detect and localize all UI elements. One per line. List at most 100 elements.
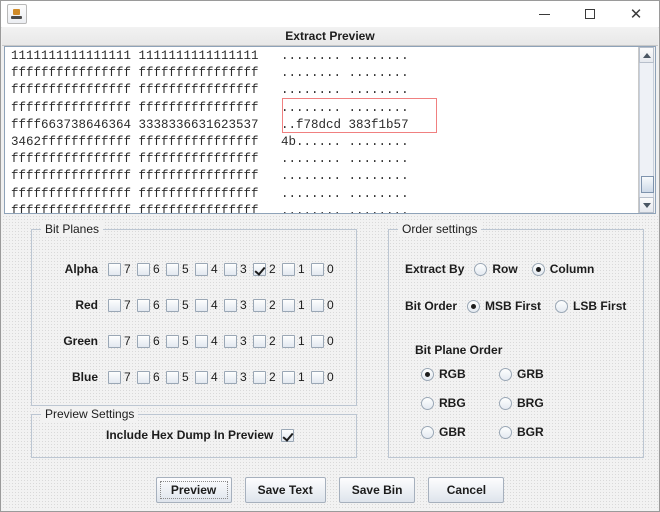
- bit-cell: 4: [195, 262, 224, 276]
- scroll-up-icon: [642, 52, 651, 58]
- bit-number-label: 3: [240, 298, 247, 312]
- window-bottom-edge: [2, 509, 658, 511]
- radio-indicator[interactable]: [555, 299, 569, 313]
- bit-cell: 6: [137, 334, 166, 348]
- bit-number-label: 2: [269, 370, 276, 384]
- cancel-button[interactable]: Cancel: [428, 477, 505, 503]
- checkbox-alpha-bit-6[interactable]: [137, 262, 150, 276]
- checkbox-green-bit-2[interactable]: [253, 334, 266, 348]
- maximize-button[interactable]: [567, 1, 613, 27]
- radio-indicator[interactable]: [531, 262, 545, 276]
- checkbox-alpha-bit-5[interactable]: [166, 262, 179, 276]
- bit-order-option-msb-first[interactable]: MSB First: [467, 299, 541, 313]
- vertical-scrollbar[interactable]: [638, 47, 655, 213]
- bit-plane-order-option-rbg[interactable]: RBG: [421, 396, 499, 410]
- checkbox-alpha-bit-7[interactable]: [108, 262, 121, 276]
- settings-panel: Bit Planes Alpha 7 6 5 4 3 2 1 0 Red 7 6 5 4 3 2 1 0 Green…: [2, 215, 658, 511]
- checkbox-alpha-bit-3[interactable]: [224, 262, 237, 276]
- checkbox-blue-bit-2[interactable]: [253, 370, 266, 384]
- bit-number-label: 2: [269, 298, 276, 312]
- close-button[interactable]: ✕: [613, 1, 659, 27]
- radio-label: Row: [492, 262, 518, 276]
- hex-dump-content[interactable]: 1111111111111111 1111111111111111 ......…: [5, 47, 638, 213]
- checkbox-red-bit-3[interactable]: [224, 298, 237, 312]
- save-bin-button[interactable]: Save Bin: [338, 477, 416, 503]
- checkbox-red-bit-4[interactable]: [195, 298, 208, 312]
- checkbox-blue-bit-4[interactable]: [195, 370, 208, 384]
- radio-indicator[interactable]: [474, 262, 488, 276]
- hex-preview-textarea[interactable]: 1111111111111111 1111111111111111 ......…: [4, 46, 656, 214]
- bit-number-label: 6: [153, 334, 160, 348]
- bit-cell: 7: [108, 334, 137, 348]
- extract-by-option-row[interactable]: Row: [474, 262, 518, 276]
- dialog-button-bar: Preview Save Text Save Bin Cancel: [2, 477, 658, 503]
- radio-indicator[interactable]: [421, 396, 434, 410]
- bit-cell: 2: [253, 334, 282, 348]
- bit-number-label: 4: [211, 370, 218, 384]
- checkbox-red-bit-1[interactable]: [282, 298, 295, 312]
- checkbox-red-bit-0[interactable]: [311, 298, 324, 312]
- checkbox-red-bit-7[interactable]: [108, 298, 121, 312]
- include-hex-dump-checkbox[interactable]: [281, 428, 295, 442]
- radio-indicator[interactable]: [499, 425, 512, 439]
- bit-cell: 4: [195, 334, 224, 348]
- bit-number-label: 1: [298, 262, 305, 276]
- bit-plane-order-option-gbr[interactable]: GBR: [421, 425, 499, 439]
- radio-indicator[interactable]: [499, 396, 512, 410]
- bit-cell: 6: [137, 370, 166, 384]
- checkbox-blue-bit-0[interactable]: [311, 370, 324, 384]
- bit-cell: 0: [311, 262, 340, 276]
- bit-cell: 5: [166, 334, 195, 348]
- order-settings-legend: Order settings: [398, 222, 482, 236]
- checkbox-green-bit-0[interactable]: [311, 334, 324, 348]
- scroll-up-button[interactable]: [639, 47, 654, 63]
- checkbox-green-bit-6[interactable]: [137, 334, 150, 348]
- checkbox-blue-bit-6[interactable]: [137, 370, 150, 384]
- bit-order-option-lsb-first[interactable]: LSB First: [555, 299, 626, 313]
- bit-cell: 1: [282, 262, 311, 276]
- include-hex-dump-row[interactable]: Include Hex Dump In Preview: [106, 428, 295, 442]
- bit-plane-order-option-brg[interactable]: BRG: [499, 396, 577, 410]
- minimize-icon: [538, 13, 550, 15]
- radio-label: Column: [549, 262, 595, 276]
- radio-indicator[interactable]: [467, 299, 481, 313]
- bit-number-label: 1: [298, 298, 305, 312]
- checkbox-green-bit-3[interactable]: [224, 334, 237, 348]
- checkbox-green-bit-7[interactable]: [108, 334, 121, 348]
- radio-label: RGB: [439, 367, 466, 381]
- preview-button[interactable]: Preview: [155, 477, 232, 503]
- hex-dump-row: 3462ffffffffffff ffffffffffffffff 4b....…: [11, 135, 409, 150]
- checkbox-green-bit-5[interactable]: [166, 334, 179, 348]
- checkbox-alpha-bit-0[interactable]: [311, 262, 324, 276]
- scroll-down-button[interactable]: [639, 197, 654, 213]
- bit-plane-order-option-rgb[interactable]: RGB: [421, 367, 499, 381]
- checkbox-alpha-bit-2[interactable]: [253, 262, 266, 276]
- radio-label: GBR: [439, 425, 466, 439]
- extract-by-option-column[interactable]: Column: [531, 262, 595, 276]
- save-text-button[interactable]: Save Text: [244, 477, 326, 503]
- bit-plane-order-option-bgr[interactable]: BGR: [499, 425, 577, 439]
- bit-plane-order-option-grb[interactable]: GRB: [499, 367, 577, 381]
- bit-cell: 0: [311, 334, 340, 348]
- checkbox-blue-bit-1[interactable]: [282, 370, 295, 384]
- checkbox-blue-bit-5[interactable]: [166, 370, 179, 384]
- checkbox-green-bit-1[interactable]: [282, 334, 295, 348]
- checkbox-red-bit-5[interactable]: [166, 298, 179, 312]
- minimize-button[interactable]: [521, 1, 567, 27]
- radio-indicator[interactable]: [421, 367, 434, 381]
- checkbox-blue-bit-3[interactable]: [224, 370, 237, 384]
- checkbox-alpha-bit-4[interactable]: [195, 262, 208, 276]
- scrollbar-track[interactable]: [639, 63, 654, 197]
- checkbox-red-bit-2[interactable]: [253, 298, 266, 312]
- checkbox-alpha-bit-1[interactable]: [282, 262, 295, 276]
- scrollbar-thumb[interactable]: [641, 176, 654, 193]
- checkbox-blue-bit-7[interactable]: [108, 370, 121, 384]
- hex-dump-row: ffffffffffffffff ffffffffffffffff ......…: [11, 100, 409, 115]
- radio-indicator[interactable]: [421, 425, 434, 439]
- bit-number-label: 3: [240, 370, 247, 384]
- checkbox-green-bit-4[interactable]: [195, 334, 208, 348]
- radio-indicator[interactable]: [499, 367, 512, 381]
- bit-cell: 2: [253, 298, 282, 312]
- checkbox-red-bit-6[interactable]: [137, 298, 150, 312]
- preview-settings-group: Preview Settings Include Hex Dump In Pre…: [31, 407, 357, 458]
